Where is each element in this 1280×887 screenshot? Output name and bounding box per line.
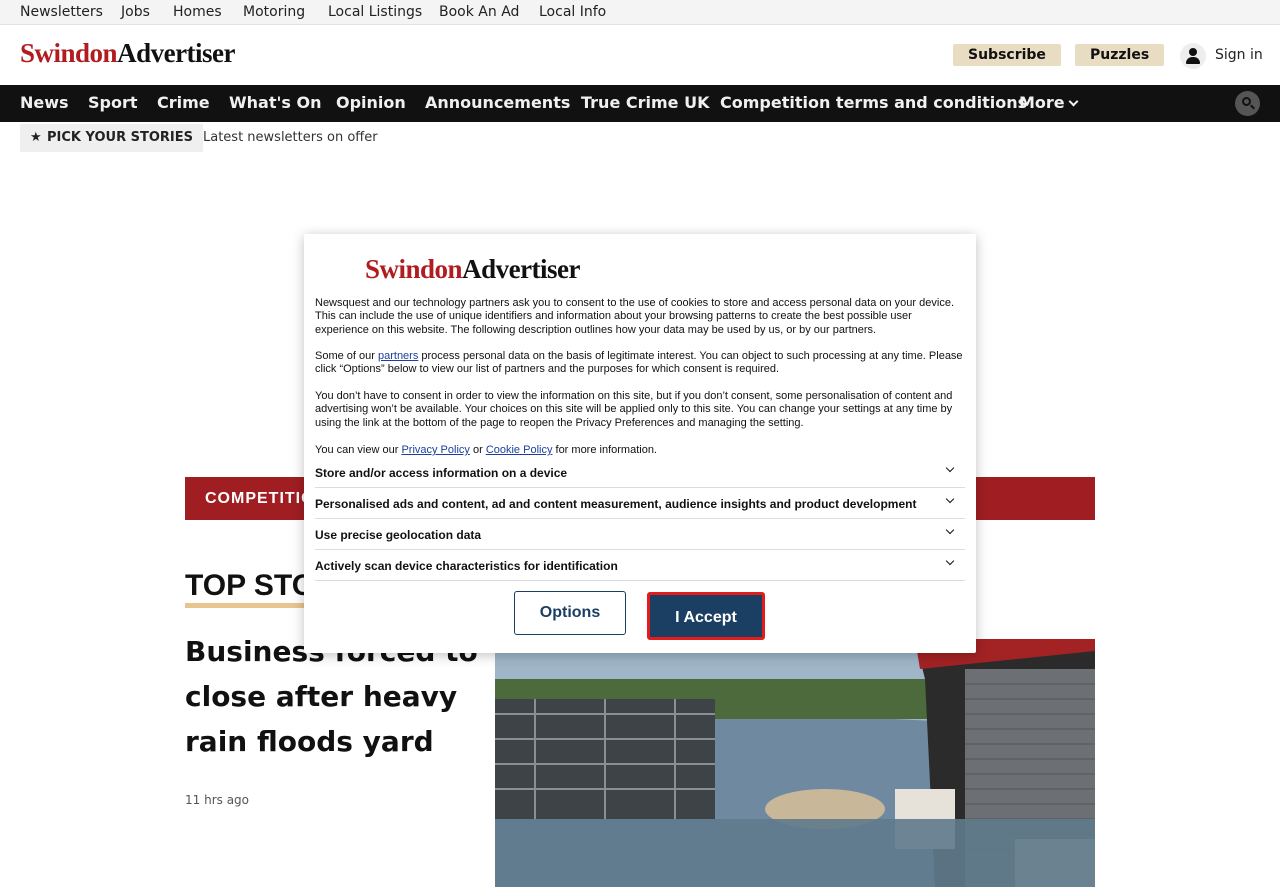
section-title: TOP STO: [185, 569, 316, 608]
consent-p4-mid: or: [469, 444, 486, 456]
util-link-jobs[interactable]: Jobs: [121, 4, 150, 20]
pick-your-stories-tag[interactable]: ★ PICK YOUR STORIES: [20, 124, 203, 152]
consent-logo-part-1: Swindon: [365, 254, 463, 284]
util-link-local-listings[interactable]: Local Listings: [328, 4, 422, 20]
competition-banner-label: COMPETITIO: [205, 490, 315, 507]
purpose-label: Use precise geolocation data: [315, 528, 482, 542]
chevron-down-icon: [945, 556, 955, 566]
util-link-newsletters[interactable]: Newsletters: [20, 4, 103, 20]
nav-announcements[interactable]: Announcements: [425, 93, 570, 112]
user-icon-body: [1186, 57, 1200, 64]
consent-p2-pre: Some of our: [315, 350, 378, 362]
purpose-geolocation[interactable]: Use precise geolocation data: [315, 519, 965, 550]
consent-paragraph-4: You can view our Privacy Policy or Cooki…: [315, 444, 967, 457]
user-icon-head: [1189, 48, 1197, 56]
chevron-down-icon: [945, 494, 955, 504]
purpose-label: Personalised ads and content, ad and con…: [315, 497, 917, 511]
consent-paragraph-1: Newsquest and our technology partners as…: [315, 297, 954, 336]
consent-p4-pre: You can view our: [315, 444, 402, 456]
puzzles-button[interactable]: Puzzles: [1075, 44, 1165, 66]
latest-newsletters-link[interactable]: Latest newsletters on offer: [203, 130, 378, 145]
site-logo[interactable]: SwindonAdvertiser: [20, 37, 236, 69]
subscribe-button[interactable]: Subscribe: [953, 44, 1061, 66]
nav-competition-terms[interactable]: Competition terms and conditions: [720, 93, 1027, 112]
search-handle: [1250, 104, 1255, 110]
consent-logo: SwindonAdvertiser: [365, 253, 581, 285]
nav-opinion[interactable]: Opinion: [336, 93, 406, 112]
logo-part-2: Advertiser: [117, 38, 236, 68]
util-link-local-info[interactable]: Local Info: [539, 4, 606, 20]
utility-bar: Newsletters Jobs Homes Motoring Local Li…: [0, 0, 1280, 25]
nav-whats-on[interactable]: What's On: [229, 93, 321, 112]
pick-your-stories-label: PICK YOUR STORIES: [47, 130, 193, 145]
cookie-policy-link[interactable]: Cookie Policy: [486, 444, 553, 456]
consent-dialog: SwindonAdvertiser Newsquest and our tech…: [304, 234, 976, 653]
partners-link[interactable]: partners: [378, 350, 418, 362]
masthead: SwindonAdvertiser Subscribe Puzzles Sign…: [0, 25, 1280, 85]
accept-button-label: I Accept: [675, 609, 737, 626]
nav-sport[interactable]: Sport: [88, 93, 138, 112]
nav-more[interactable]: More: [1019, 93, 1079, 112]
purpose-store-access[interactable]: Store and/or access information on a dev…: [315, 457, 965, 488]
nav-more-label: More: [1019, 93, 1065, 112]
util-link-motoring[interactable]: Motoring: [243, 4, 305, 20]
privacy-policy-link[interactable]: Privacy Policy: [401, 444, 469, 456]
sign-in-link[interactable]: Sign in: [1215, 47, 1263, 63]
nav-news[interactable]: News: [20, 93, 69, 112]
purpose-label: Actively scan device characteristics for…: [315, 559, 618, 573]
consent-p4-post: for more information.: [552, 444, 658, 456]
star-icon: ★: [30, 130, 42, 145]
consent-paragraph-2: Some of our partners process personal da…: [315, 350, 967, 377]
story-image[interactable]: [495, 639, 1095, 887]
purpose-label: Store and/or access information on a dev…: [315, 466, 568, 480]
consent-paragraph-3: You don’t have to consent in order to vi…: [315, 390, 953, 429]
story-timestamp: 11 hrs ago: [185, 793, 250, 807]
chevron-down-icon: [945, 463, 955, 473]
search-icon[interactable]: [1235, 91, 1260, 116]
chevron-down-icon: [945, 525, 955, 535]
chevron-down-icon: [1068, 96, 1079, 107]
util-link-homes[interactable]: Homes: [173, 4, 222, 20]
purpose-personalised-ads[interactable]: Personalised ads and content, ad and con…: [315, 488, 965, 519]
consent-logo-part-2: Advertiser: [462, 254, 581, 284]
util-link-book-an-ad[interactable]: Book An Ad: [439, 4, 519, 20]
logo-part-1: Swindon: [20, 38, 118, 68]
nav-true-crime-uk[interactable]: True Crime UK: [581, 93, 709, 112]
purpose-scan-device[interactable]: Actively scan device characteristics for…: [315, 550, 965, 581]
flooded-yard-photo: [495, 639, 1095, 887]
user-icon[interactable]: [1180, 43, 1206, 69]
nav-crime[interactable]: Crime: [157, 93, 210, 112]
options-button[interactable]: Options: [514, 591, 626, 635]
main-nav: News Sport Crime What's On Opinion Annou…: [0, 85, 1280, 122]
accept-button[interactable]: I Accept: [647, 592, 765, 640]
